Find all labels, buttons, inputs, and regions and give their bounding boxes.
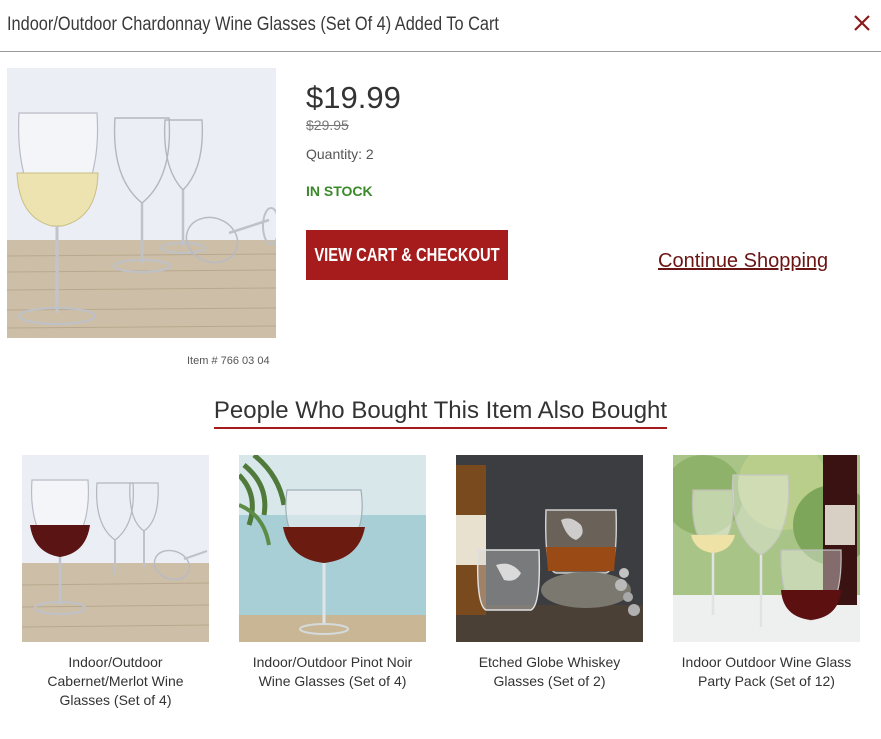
- recommendations-title: People Who Bought This Item Also Bought: [213, 397, 668, 429]
- recommendation-name[interactable]: Indoor Outdoor Wine Glass Party Pack (Se…: [673, 653, 860, 691]
- quantity-label: Quantity: 2: [306, 146, 374, 162]
- recommendation-image[interactable]: [456, 455, 643, 642]
- original-price: $29.95: [306, 117, 349, 133]
- sale-price: $19.99: [306, 80, 401, 115]
- recommendation-item-2[interactable]: Indoor/Outdoor Pinot Noir Wine Glasses (…: [239, 455, 426, 691]
- item-number: Item # 766 03 04: [187, 355, 270, 367]
- recommendations-heading: People Who Bought This Item Also Bought: [0, 397, 881, 429]
- close-button[interactable]: [851, 10, 873, 36]
- recommendation-name[interactable]: Indoor/Outdoor Pinot Noir Wine Glasses (…: [239, 653, 426, 691]
- modal-title: Indoor/Outdoor Chardonnay Wine Glasses (…: [7, 14, 499, 35]
- recommendation-image[interactable]: [239, 455, 426, 642]
- recommendation-item-3[interactable]: Etched Globe Whiskey Glasses (Set of 2): [456, 455, 643, 691]
- view-cart-checkout-button[interactable]: VIEW CART & CHECKOUT: [306, 230, 508, 280]
- modal-header: Indoor/Outdoor Chardonnay Wine Glasses (…: [0, 0, 881, 52]
- checkout-button-label: VIEW CART & CHECKOUT: [314, 244, 500, 265]
- recommendation-item-4[interactable]: Indoor Outdoor Wine Glass Party Pack (Se…: [673, 455, 860, 691]
- stock-status: IN STOCK: [306, 183, 373, 199]
- recommendation-image[interactable]: [673, 455, 860, 642]
- recommendation-image[interactable]: [22, 455, 209, 642]
- product-image: [7, 68, 276, 338]
- close-icon: [854, 15, 870, 31]
- recommendation-name[interactable]: Etched Globe Whiskey Glasses (Set of 2): [456, 653, 643, 691]
- recommendation-item-1[interactable]: Indoor/Outdoor Cabernet/Merlot Wine Glas…: [22, 455, 209, 710]
- continue-shopping-link[interactable]: Continue Shopping: [658, 250, 828, 273]
- recommendation-name[interactable]: Indoor/Outdoor Cabernet/Merlot Wine Glas…: [22, 653, 209, 710]
